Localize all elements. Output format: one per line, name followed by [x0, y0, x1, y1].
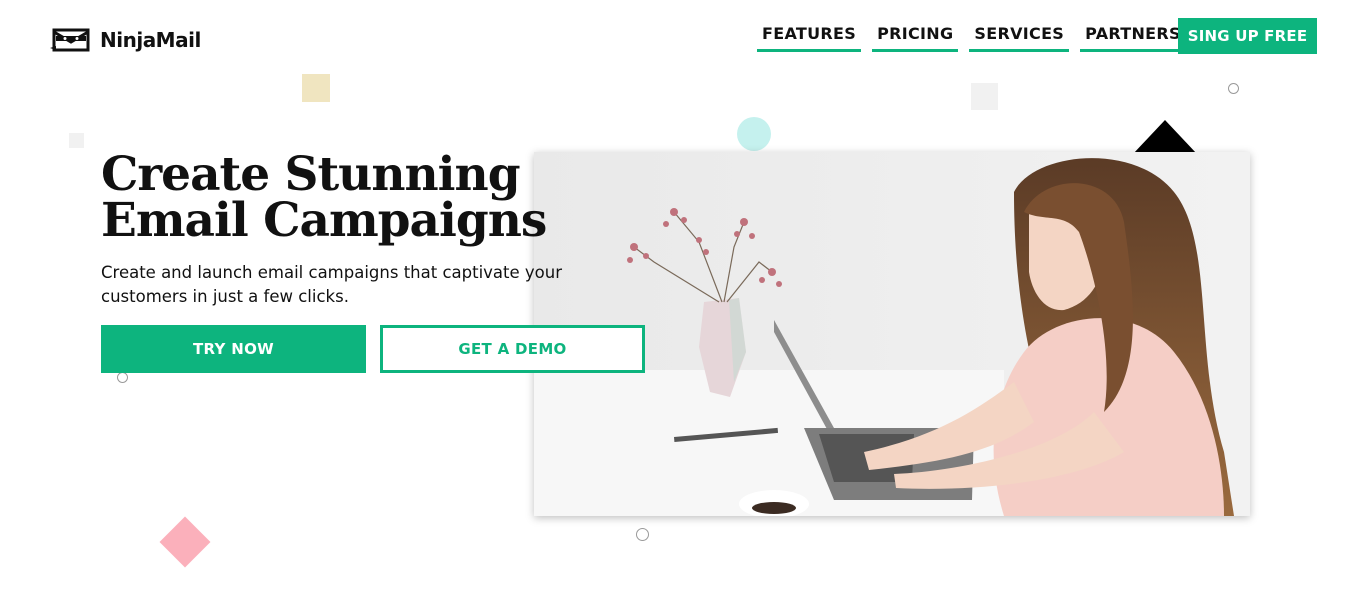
nav-item-features[interactable]: FEATURES	[757, 22, 862, 52]
hero-subtext: Create and launch email campaigns that c…	[101, 263, 562, 306]
decor-square-yellow	[302, 74, 330, 102]
decor-square-grey	[971, 83, 998, 110]
decor-square-grey	[69, 133, 84, 148]
decor-ring	[636, 528, 649, 541]
decor-circle-cyan	[737, 117, 771, 151]
nav-item-partners[interactable]: PARTNERS	[1080, 22, 1186, 52]
decor-diamond-pink	[159, 516, 211, 568]
ninja-envelope-icon	[50, 28, 90, 52]
main-nav: FEATURES PRICING SERVICES PARTNERS	[757, 22, 1197, 52]
hero-headline: Create Stunning Email Campaigns	[101, 147, 547, 248]
decor-ring	[1228, 83, 1239, 94]
signup-button[interactable]: SING UP FREE	[1178, 18, 1317, 54]
try-now-button[interactable]: TRY NOW	[101, 325, 366, 373]
decor-triangle	[1133, 120, 1197, 154]
brand-name: NinjaMail	[100, 28, 201, 52]
decor-ring	[117, 372, 128, 383]
nav-item-pricing[interactable]: PRICING	[872, 22, 959, 52]
brand-logo[interactable]: NinjaMail	[50, 28, 201, 52]
nav-item-services[interactable]: SERVICES	[969, 22, 1070, 52]
get-demo-button[interactable]: GET A DEMO	[380, 325, 645, 373]
